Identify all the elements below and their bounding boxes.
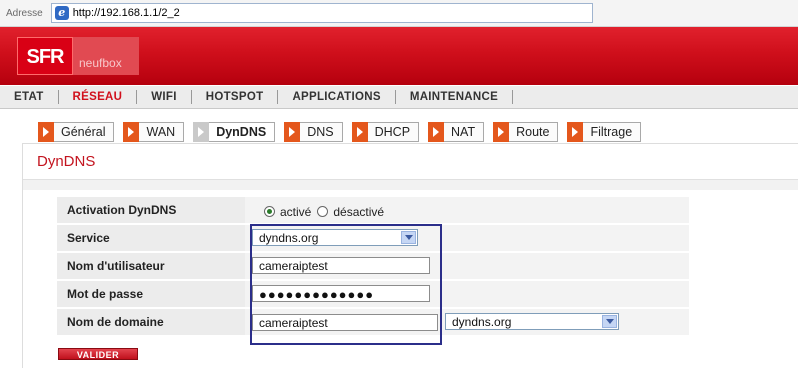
arrow-right-icon [123,122,140,142]
brand-logo: SFR neufbox [17,37,139,75]
highlight-box [250,224,442,345]
tab-label: DynDNS [216,125,267,139]
tab-dhcp[interactable]: DHCP [351,122,420,142]
radio-active[interactable] [264,206,275,218]
chevron-down-icon [602,315,617,328]
tab-label: Route [516,125,550,139]
address-bar: Adresse e http://192.168.1.1/2_2 [0,0,798,27]
radio-inactive-label: désactivé [333,204,385,219]
tab-dyndns[interactable]: DynDNS [193,122,276,142]
arrow-right-icon [193,122,210,142]
menu-item-hotspot[interactable]: HOTSPOT [192,91,278,103]
main-menu: ETAT RÉSEAU WIFI HOTSPOT APPLICATIONS MA… [0,86,798,109]
url-text: http://192.168.1.1/2_2 [72,7,180,19]
domain-suffix-selected: dyndns.org [452,315,512,329]
header-banner: SFR neufbox [0,27,798,85]
tab-nat[interactable]: NAT [428,122,485,142]
menu-item-reseau[interactable]: RÉSEAU [59,91,137,103]
username-label: Nom d'utilisateur [67,259,165,273]
sub-tabs: Général WAN DynDNS DNS DHCP NAT Route Fi… [38,122,650,144]
url-field[interactable]: e http://192.168.1.1/2_2 [50,3,593,23]
arrow-right-icon [38,122,54,142]
arrow-right-icon [284,122,301,142]
domain-label: Nom de domaine [67,315,164,329]
service-label: Service [67,231,110,245]
row-activation: Activation DynDNS activé désactivé [57,197,689,225]
neufbox-logo: neufbox [73,37,139,75]
tab-dns[interactable]: DNS [284,122,343,142]
tab-label: NAT [451,125,476,139]
arrow-right-icon [428,122,445,142]
activation-label: Activation DynDNS [67,203,177,217]
menu-item-maintenance[interactable]: MAINTENANCE [396,91,512,103]
page-title: DynDNS [37,153,96,170]
tab-label: Général [61,125,106,139]
domain-suffix-select[interactable]: dyndns.org [445,313,619,330]
arrow-right-icon [493,122,510,142]
tab-label: WAN [146,125,176,139]
menu-item-applications[interactable]: APPLICATIONS [278,91,394,103]
menu-item-wifi[interactable]: WIFI [137,91,190,103]
activation-value: activé désactivé [245,197,689,223]
tab-filtrage[interactable]: Filtrage [567,122,642,142]
password-label: Mot de passe [67,287,144,301]
tab-wan[interactable]: WAN [123,122,185,142]
radio-inactive[interactable] [317,206,329,218]
radio-active-label: activé [280,204,312,219]
menu-divider [512,90,514,104]
tab-label: DNS [307,125,334,139]
browser-page-icon: e [54,6,69,20]
menu-item-etat[interactable]: ETAT [0,91,58,103]
arrow-right-icon [351,122,368,142]
validate-button[interactable]: VALIDER [58,348,138,360]
tab-label: DHCP [374,125,411,139]
tab-general[interactable]: Général [38,122,115,142]
tab-label: Filtrage [590,125,633,139]
arrow-right-icon [567,122,584,142]
panel-divider [23,179,798,190]
tab-route[interactable]: Route [493,122,559,142]
address-label: Adresse [6,7,43,19]
sfr-logo: SFR [17,37,73,75]
